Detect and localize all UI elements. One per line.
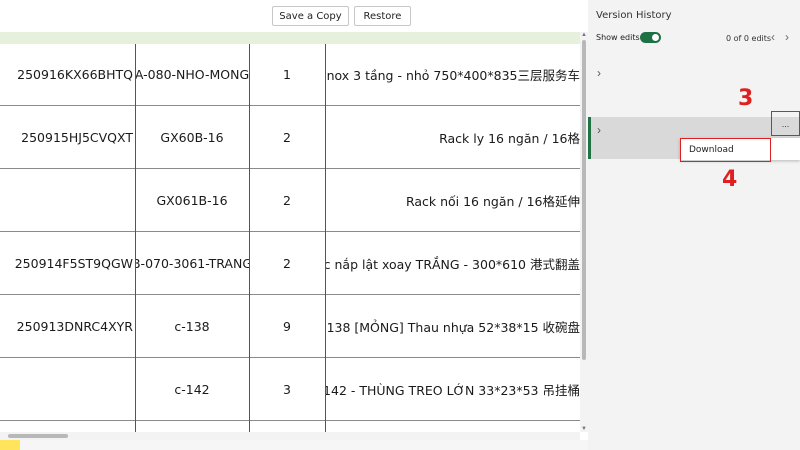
step-4-annotation: 4	[722, 167, 738, 192]
spreadsheet-grid[interactable]: 250916KX66BHTQ A-080-NHO-MONG 1 Xe inox …	[0, 32, 580, 432]
vertical-scrollbar[interactable]: ▲ ▼	[580, 32, 588, 432]
table-row[interactable]: 250916KX66BHTQ A-080-NHO-MONG 1 Xe inox …	[0, 44, 580, 106]
quantity-cell[interactable]: 1	[249, 44, 325, 105]
sku-cell[interactable]: GX061B-16	[135, 170, 249, 231]
next-edit-icon[interactable]: ›	[785, 30, 789, 44]
toggle-knob	[652, 34, 659, 41]
panel-title: Version History	[596, 10, 672, 21]
selected-indicator	[588, 117, 591, 159]
description-cell[interactable]: ng rác nắp lật xoay TRẮNG - 300*610 港式翻盖	[325, 233, 580, 294]
show-edits-label: Show edits	[596, 33, 640, 42]
sku-cell[interactable]: GX60B-16	[135, 107, 249, 168]
order-id-cell[interactable]: 250914F5ST9QGW	[0, 233, 135, 294]
version-history-panel: Version History Show edits 0 of 0 edits …	[588, 0, 800, 450]
quantity-cell[interactable]: 3	[249, 359, 325, 420]
description-cell[interactable]: C-142 - THÙNG TREO LỚN 33*23*53 吊挂桶	[325, 359, 580, 420]
more-options-button[interactable]: ...	[771, 111, 800, 136]
vertical-scroll-thumb[interactable]	[582, 40, 586, 360]
expand-version-chevron-icon[interactable]: ›	[597, 66, 601, 80]
description-cell[interactable]: C-138 [MỎNG] Thau nhựa 52*38*15 收碗盘	[325, 296, 580, 357]
horizontal-scrollbar[interactable]	[0, 432, 580, 440]
sku-cell[interactable]: B-070-3061-TRANG	[135, 233, 249, 294]
order-id-cell[interactable]	[0, 170, 135, 231]
column-divider	[325, 44, 326, 432]
order-id-cell[interactable]	[0, 359, 135, 420]
sku-cell[interactable]: A-080-NHO-MONG	[135, 44, 249, 105]
expand-version-chevron-icon[interactable]: ›	[597, 123, 601, 137]
sku-cell[interactable]: c-138	[135, 296, 249, 357]
show-edits-toggle[interactable]	[640, 32, 661, 43]
quantity-cell[interactable]: 9	[249, 296, 325, 357]
previous-edit-icon[interactable]: ‹	[771, 30, 775, 44]
restore-button[interactable]: Restore	[354, 6, 411, 26]
description-cell[interactable]: Rack nối 16 ngăn / 16格延伸	[325, 170, 580, 231]
horizontal-scroll-thumb[interactable]	[8, 434, 68, 438]
scroll-down-icon[interactable]: ▼	[581, 426, 587, 432]
quantity-cell[interactable]: 2	[249, 233, 325, 294]
description-cell[interactable]: Rack ly 16 ngăn / 16格	[325, 107, 580, 168]
edits-count: 0 of 0 edits	[726, 34, 772, 43]
quantity-cell[interactable]: 2	[249, 170, 325, 231]
version-toolbar: Save a Copy Restore	[0, 0, 588, 32]
active-sheet-tab[interactable]	[0, 440, 20, 450]
order-id-cell[interactable]: 250913DNRC4XYR	[0, 296, 135, 357]
order-id-cell[interactable]: 250916KX66BHTQ	[0, 44, 135, 105]
scroll-up-icon[interactable]: ▲	[581, 32, 587, 38]
step-3-annotation: 3	[738, 86, 754, 111]
table-row[interactable]: GX061B-16 2 Rack nối 16 ngăn / 16格延伸	[0, 170, 580, 232]
table-row[interactable]: 250915HJ5CVQXT GX60B-16 2 Rack ly 16 ngă…	[0, 107, 580, 169]
sku-cell[interactable]: c-142	[135, 359, 249, 420]
table-row[interactable]: 250913DNRC4XYR c-138 9 C-138 [MỎNG] Thau…	[0, 296, 580, 358]
table-row[interactable]: 250914F5ST9QGW B-070-3061-TRANG 2 ng rác…	[0, 233, 580, 295]
order-id-cell[interactable]: 250915HJ5CVQXT	[0, 107, 135, 168]
column-divider	[249, 44, 250, 432]
column-divider	[135, 44, 136, 432]
save-copy-button[interactable]: Save a Copy	[272, 6, 349, 26]
description-cell[interactable]: Xe inox 3 tầng - nhỏ 750*400*835三层服务车	[325, 44, 580, 105]
table-row[interactable]: c-142 3 C-142 - THÙNG TREO LỚN 33*23*53 …	[0, 359, 580, 421]
sheet-tabs-bar	[0, 440, 588, 450]
quantity-cell[interactable]: 2	[249, 107, 325, 168]
download-menu-item[interactable]: Download	[680, 138, 771, 162]
column-header-row	[0, 32, 580, 44]
